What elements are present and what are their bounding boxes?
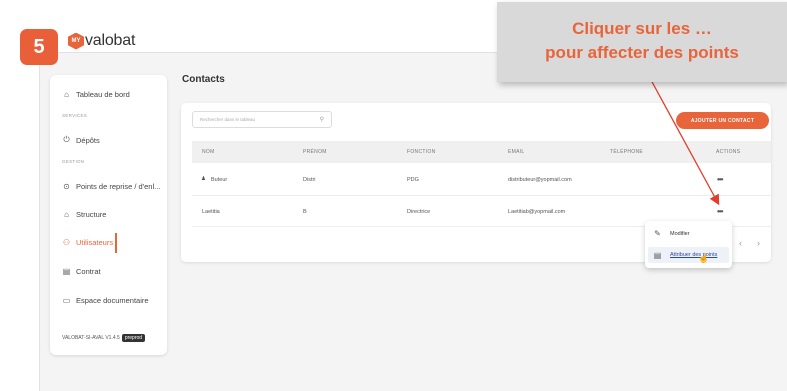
instruction-callout: Cliquer sur les … pour affecter des poin… [497, 2, 787, 82]
callout-line-1: Cliquer sur les … [572, 19, 712, 38]
page: 5 MY valobat ⌂ Tableau de bord SERVICES … [0, 0, 787, 391]
callout-line-2: pour affecter des points [545, 43, 739, 62]
